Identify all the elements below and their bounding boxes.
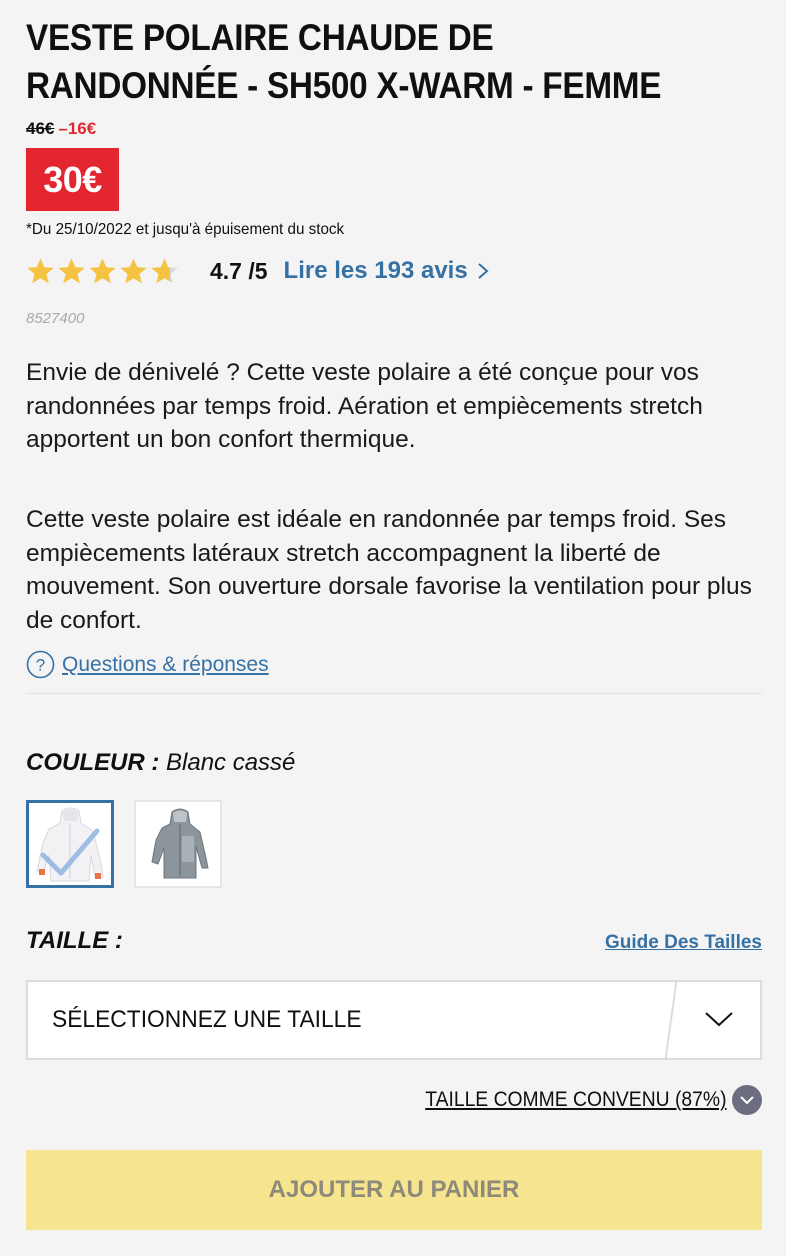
svg-text:?: ? — [36, 656, 45, 675]
product-sku: 8527400 — [26, 310, 85, 327]
star-icon — [151, 258, 178, 283]
star-icon — [89, 258, 116, 283]
star-icon — [120, 258, 147, 283]
dropdown-separator — [664, 982, 678, 1058]
questions-answers-link[interactable]: ? Questions & réponses — [26, 650, 269, 679]
promo-note: *Du 25/10/2022 et jusqu'à épuisement du … — [26, 221, 345, 238]
read-reviews-label: Lire les 193 avis — [283, 257, 468, 284]
discount-amount: –16€ — [58, 119, 97, 138]
product-title-line-1: VESTE POLAIRE CHAUDE DE — [26, 17, 494, 58]
size-guide-link[interactable]: Guide Des Tailles — [605, 932, 762, 954]
size-label: TAILLE : — [26, 927, 123, 954]
rating-row: 4.7 /5 Lire les 193 avis — [26, 252, 490, 290]
grey-jacket-image — [151, 808, 209, 879]
size-dropdown-placeholder: SÉLECTIONNEZ UNE TAILLE — [52, 1006, 362, 1033]
color-swatch-grey[interactable] — [134, 800, 222, 888]
chevron-down-circle-icon — [732, 1085, 762, 1115]
old-price: 46€ — [26, 119, 55, 138]
color-value: Blanc cassé — [166, 749, 296, 776]
questions-answers-label: Questions & réponses — [62, 652, 269, 676]
star-icon — [58, 258, 85, 283]
star-icon — [27, 258, 54, 283]
rating-value: 4.7 /5 — [210, 257, 268, 284]
white-jacket-image — [36, 807, 104, 882]
product-title: VESTE POLAIRE CHAUDE DE RANDONNÉE - SH50… — [26, 14, 701, 110]
description-detail: Cette veste polaire est idéale en randon… — [26, 506, 752, 634]
read-reviews-link[interactable]: Lire les 193 avis — [284, 257, 490, 285]
add-to-cart-button[interactable]: AJOUTER AU PANIER — [26, 1150, 762, 1230]
size-dropdown[interactable]: SÉLECTIONNEZ UNE TAILLE — [26, 980, 762, 1060]
color-selection-label: COULEUR : Blanc cassé — [26, 749, 295, 777]
section-divider — [26, 693, 762, 694]
color-key: COULEUR : — [26, 749, 160, 776]
chevron-down-icon — [705, 1012, 733, 1027]
question-circle-icon: ? — [26, 650, 55, 679]
size-fit-toggle[interactable]: TAILLE COMME CONVENU (87%) — [399, 1085, 762, 1115]
color-swatch-white[interactable] — [26, 800, 114, 888]
old-price-row: 46€ –16€ — [26, 119, 96, 139]
size-fit-label: TAILLE COMME CONVENU (87%) — [424, 1088, 726, 1111]
chevron-right-icon — [478, 263, 489, 279]
current-price: 30€ — [26, 148, 119, 211]
description-intro: Envie de dénivelé ? Cette veste polaire … — [26, 359, 703, 453]
star-rating — [26, 257, 186, 286]
product-title-line-2: RANDONNÉE - SH500 X-WARM - FEMME — [26, 65, 662, 106]
